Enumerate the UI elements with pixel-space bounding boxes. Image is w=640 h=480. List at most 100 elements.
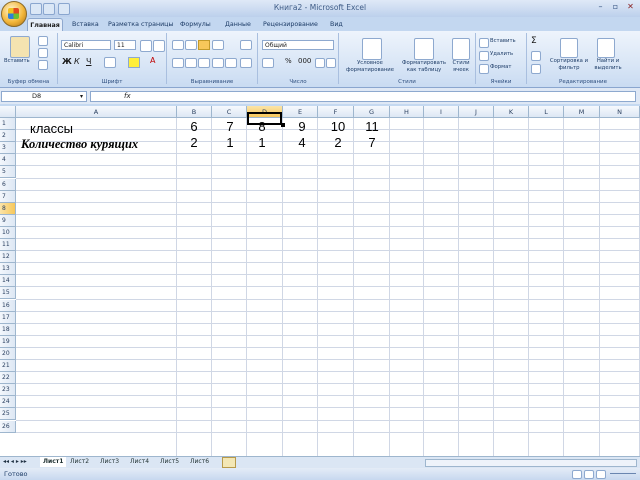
cell-A2[interactable]: Количество курящих [21,137,138,151]
column-header-N[interactable]: N [600,106,640,118]
row-header-25[interactable]: 25 [0,408,16,421]
row-header-26[interactable]: 26 [0,420,16,433]
row-header-9[interactable]: 9 [0,214,16,227]
shrink-font-icon[interactable] [153,40,165,52]
tab-data[interactable]: Данные [225,19,251,30]
formula-input[interactable] [90,91,636,102]
autosum-icon[interactable]: Σ [531,36,537,46]
name-box[interactable]: D8 [1,91,87,102]
page-break-view-icon[interactable] [596,470,606,479]
sheet-tab-5[interactable]: Лист5 [160,457,179,467]
find-select-button[interactable]: Найти и выделить [590,58,626,72]
row-header-6[interactable]: 6 [0,178,16,191]
column-header-M[interactable]: M [564,106,600,118]
cell-B1[interactable]: 6 [182,120,206,134]
horizontal-scrollbar[interactable] [425,459,637,467]
comma-icon[interactable]: 000 [298,57,311,65]
cell-C2[interactable]: 1 [218,136,242,150]
zoom-slider[interactable] [610,473,636,474]
row-header-21[interactable]: 21 [0,360,16,372]
tab-review[interactable]: Рецензирование [263,19,318,30]
insert-cells-icon[interactable] [479,38,489,48]
row-header-24[interactable]: 24 [0,396,16,409]
align-middle-icon[interactable] [185,40,197,50]
delete-cells-icon[interactable] [479,51,489,61]
active-cell-D8[interactable] [247,112,282,125]
fill-color-icon[interactable] [128,57,140,68]
row-header-1[interactable]: 1 [0,118,16,130]
row-header-5[interactable]: 5 [0,166,16,179]
fill-handle[interactable] [281,123,285,127]
align-center-icon[interactable] [185,58,197,68]
row-header-7[interactable]: 7 [0,190,16,203]
column-header-L[interactable]: L [529,106,564,118]
minimize-icon[interactable]: – [595,2,606,12]
sheet-tab-1[interactable]: Лист1 [40,457,67,467]
sheet-tab-3[interactable]: Лист3 [100,457,119,467]
orientation-icon[interactable] [212,40,224,50]
font-size-select[interactable]: 11 [114,40,136,50]
row-header-18[interactable]: 18 [0,323,16,336]
column-header-F[interactable]: F [318,106,354,118]
conditional-formatting-button[interactable]: Условное форматирование [342,60,398,74]
cell-B2[interactable]: 2 [182,136,206,150]
font-name-select[interactable]: Calibri [61,40,111,50]
align-top-icon[interactable] [172,40,184,50]
paste-button[interactable]: Вставить [4,58,30,65]
align-bottom-icon[interactable] [198,40,210,50]
row-header-20[interactable]: 20 [0,347,16,360]
number-format-select[interactable]: Общий [262,40,334,50]
grow-font-icon[interactable] [140,40,152,52]
row-header-3[interactable]: 3 [0,142,16,155]
cell-E2[interactable]: 4 [290,136,314,150]
tab-formulas[interactable]: Формулы [180,19,211,30]
row-header-13[interactable]: 13 [0,263,16,276]
column-header-C[interactable]: C [212,106,247,118]
cell-G2[interactable]: 7 [360,136,384,150]
close-icon[interactable]: ✕ [625,2,636,12]
cell-G1[interactable]: 11 [360,120,384,134]
cell-C1[interactable]: 7 [218,120,242,134]
row-header-8[interactable]: 8 [0,202,16,215]
format-cells-icon[interactable] [479,64,489,74]
name-box-dropdown-icon[interactable]: ▾ [80,93,83,100]
currency-icon[interactable] [262,58,274,68]
borders-icon[interactable] [104,57,116,68]
row-header-2[interactable]: 2 [0,130,16,143]
increase-decimal-icon[interactable] [315,58,325,68]
row-header-12[interactable]: 12 [0,251,16,264]
column-header-A[interactable]: A [16,106,177,118]
find-select-icon[interactable] [597,38,615,58]
row-header-4[interactable]: 4 [0,154,16,167]
cut-icon[interactable] [38,36,48,46]
paste-icon[interactable] [10,36,30,58]
cell-F1[interactable]: 10 [326,120,350,134]
select-all-corner[interactable] [0,106,16,118]
column-header-G[interactable]: G [354,106,390,118]
row-header-22[interactable]: 22 [0,372,16,385]
row-header-23[interactable]: 23 [0,384,16,397]
row-header-14[interactable]: 14 [0,275,16,288]
column-header-E[interactable]: E [283,106,318,118]
sheet-tab-2[interactable]: Лист2 [70,457,89,467]
insert-sheet-icon[interactable] [222,457,236,468]
format-painter-icon[interactable] [38,60,48,70]
row-header-10[interactable]: 10 [0,226,16,239]
row-header-16[interactable]: 16 [0,299,16,312]
row-header-11[interactable]: 11 [0,239,16,251]
normal-view-icon[interactable] [572,470,582,479]
row-header-15[interactable]: 15 [0,287,16,300]
worksheet-grid[interactable]: ABCDEFGHIJKLMN 1 2 3 4 5 6 7 8 9 10 11 12 13 14 15 16 17… [0,106,640,456]
increase-indent-icon[interactable] [225,58,237,68]
delete-cells-button[interactable]: Удалить [490,51,513,58]
format-as-table-icon[interactable] [414,38,434,60]
sort-filter-icon[interactable] [560,38,578,58]
column-header-B[interactable]: B [177,106,212,118]
font-color-icon[interactable]: A [150,56,155,65]
align-left-icon[interactable] [172,58,184,68]
cell-E1[interactable]: 9 [290,120,314,134]
conditional-formatting-icon[interactable] [362,38,382,60]
column-header-K[interactable]: K [494,106,529,118]
underline-icon[interactable]: Ч [86,57,91,66]
decrease-indent-icon[interactable] [212,58,224,68]
